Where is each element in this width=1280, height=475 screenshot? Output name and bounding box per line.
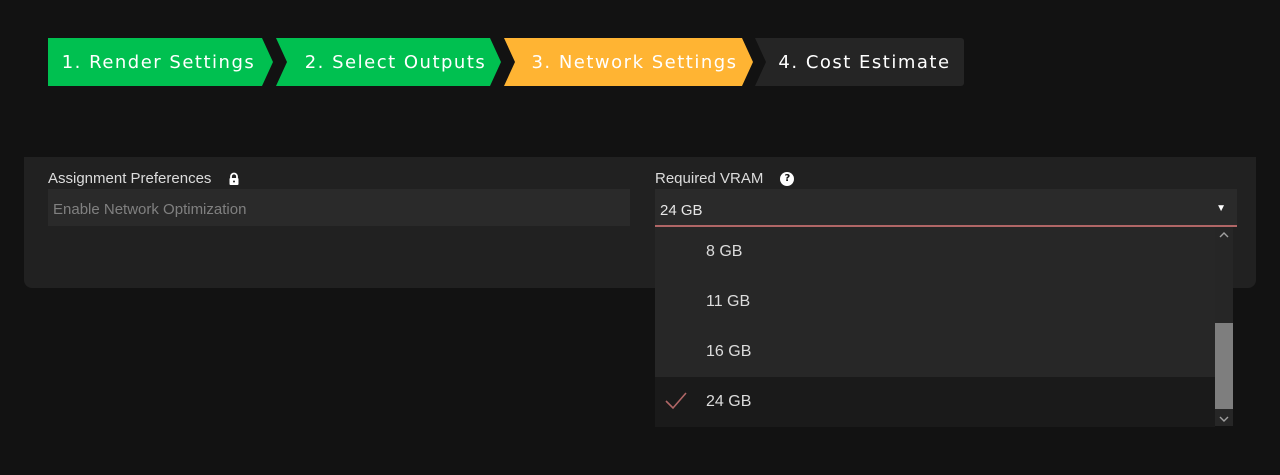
chevron-up-icon[interactable] xyxy=(1215,227,1233,241)
vram-selected-value: 24 GB xyxy=(660,202,703,219)
step-network-settings[interactable]: 3. Network Settings xyxy=(504,38,753,86)
vram-dropdown-list: 8 GB 11 GB 16 GB 24 GB xyxy=(655,227,1233,427)
vram-select[interactable]: 24 GB ▼ xyxy=(655,189,1237,226)
caret-down-icon: ▼ xyxy=(1216,203,1226,214)
assignment-preferences-field: Enable Network Optimization xyxy=(48,189,630,226)
vram-option-16gb[interactable]: 16 GB xyxy=(655,327,1215,377)
option-label: 24 GB xyxy=(706,393,752,410)
help-icon[interactable]: ? xyxy=(780,171,795,186)
wizard-stepper: 1. Render Settings 2. Select Outputs 3. … xyxy=(48,38,964,86)
option-label: 8 GB xyxy=(706,243,743,260)
vram-label-text: Required VRAM xyxy=(655,170,764,187)
step-cost-estimate[interactable]: 4. Cost Estimate xyxy=(755,38,964,86)
check-icon xyxy=(665,391,687,411)
option-label: 11 GB xyxy=(706,293,751,310)
vram-option-11gb[interactable]: 11 GB xyxy=(655,277,1215,327)
option-label: 16 GB xyxy=(706,343,752,360)
chevron-down-icon[interactable] xyxy=(1215,412,1233,426)
required-vram-label: Required VRAM ? xyxy=(655,170,795,187)
assignment-preferences-label: Assignment Preferences xyxy=(48,170,241,187)
vram-option-24gb[interactable]: 24 GB xyxy=(655,377,1215,427)
assignment-label-text: Assignment Preferences xyxy=(48,170,212,187)
step-render-settings[interactable]: 1. Render Settings xyxy=(48,38,273,86)
dropdown-scrollbar[interactable] xyxy=(1215,227,1233,426)
scrollbar-thumb[interactable] xyxy=(1215,323,1233,409)
vram-option-8gb[interactable]: 8 GB xyxy=(655,227,1215,277)
step-select-outputs[interactable]: 2. Select Outputs xyxy=(276,38,501,86)
lock-icon xyxy=(227,172,241,186)
